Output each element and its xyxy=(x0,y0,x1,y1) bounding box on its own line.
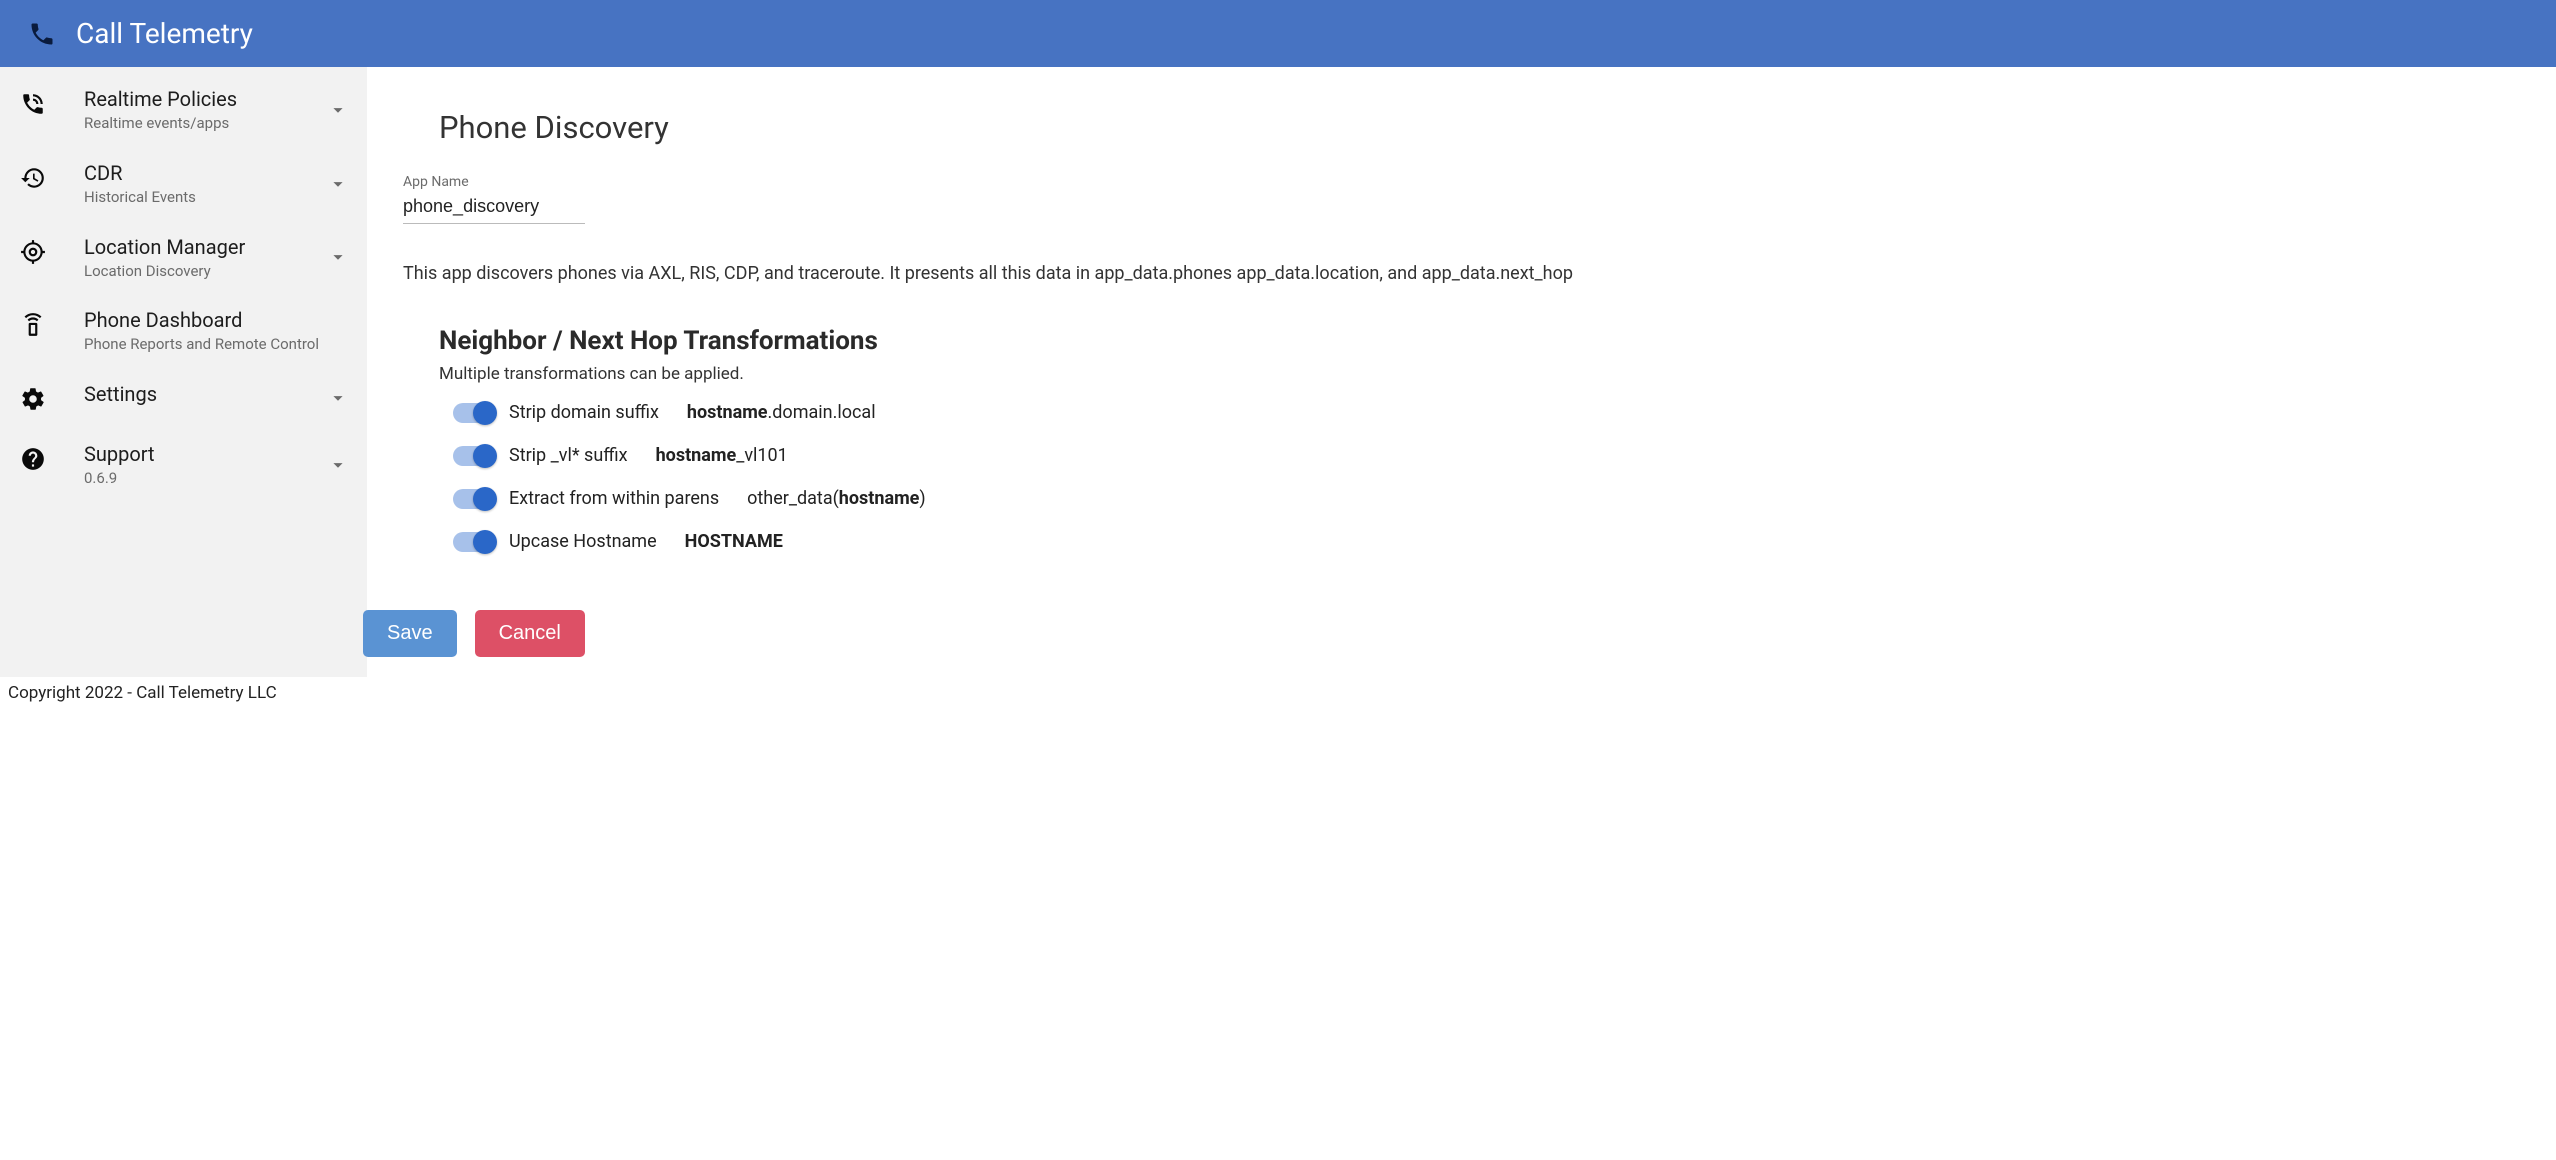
app-name-input[interactable] xyxy=(403,192,585,224)
sidebar-item-phone-dashboard[interactable]: Phone Dashboard Phone Reports and Remote… xyxy=(0,294,367,368)
sidebar-item-sublabel: 0.6.9 xyxy=(84,469,319,488)
app-header: Call Telemetry xyxy=(0,0,2556,67)
sidebar-item-sublabel: Phone Reports and Remote Control xyxy=(84,335,349,354)
transform-example: hostname_vl101 xyxy=(656,445,788,466)
app-logo-icon xyxy=(28,20,56,48)
transform-row-upcase: Upcase Hostname HOSTNAME xyxy=(453,531,2538,552)
sidebar-item-location-manager[interactable]: Location Manager Location Discovery xyxy=(0,221,367,295)
transform-row-strip-vl: Strip _vl* suffix hostname_vl101 xyxy=(453,445,2538,466)
sidebar-item-label: Location Manager xyxy=(84,235,319,259)
sidebar-item-settings[interactable]: Settings xyxy=(0,368,367,428)
footer-copyright: Copyright 2022 - Call Telemetry LLC xyxy=(0,677,2556,709)
transform-row-strip-domain: Strip domain suffix hostname.domain.loca… xyxy=(453,402,2538,423)
toggle-switch[interactable] xyxy=(453,403,493,423)
sidebar-item-sublabel: Historical Events xyxy=(84,188,319,207)
transform-label: Strip domain suffix xyxy=(509,402,659,423)
gear-icon xyxy=(18,384,48,414)
transforms-section-subtitle: Multiple transformations can be applied. xyxy=(439,364,2538,384)
transforms-section-title: Neighbor / Next Hop Transformations xyxy=(439,326,2538,356)
history-icon xyxy=(18,163,48,193)
main-content: Phone Discovery App Name This app discov… xyxy=(367,67,2556,677)
transform-label: Strip _vl* suffix xyxy=(509,445,628,466)
chevron-down-icon xyxy=(327,99,349,121)
app-description: This app discovers phones via AXL, RIS, … xyxy=(403,262,2538,286)
page-title: Phone Discovery xyxy=(439,109,2538,146)
chevron-down-icon xyxy=(327,173,349,195)
gps-not-fixed-icon xyxy=(18,237,48,267)
transform-example: HOSTNAME xyxy=(685,531,783,552)
sidebar-item-label: Support xyxy=(84,442,319,466)
chevron-down-icon xyxy=(327,387,349,409)
sidebar-item-label: Phone Dashboard xyxy=(84,308,349,332)
toggle-switch[interactable] xyxy=(453,446,493,466)
save-button[interactable]: Save xyxy=(363,610,457,657)
sidebar: Realtime Policies Realtime events/apps C… xyxy=(0,67,367,677)
button-row: Save Cancel xyxy=(363,610,2538,657)
transform-label: Upcase Hostname xyxy=(509,531,657,552)
toggle-switch[interactable] xyxy=(453,489,493,509)
toggle-switch[interactable] xyxy=(453,532,493,552)
app-name-field: App Name xyxy=(403,174,2538,224)
sidebar-item-support[interactable]: Support 0.6.9 xyxy=(0,428,367,502)
sidebar-item-realtime-policies[interactable]: Realtime Policies Realtime events/apps xyxy=(0,73,367,147)
transform-example: hostname.domain.local xyxy=(687,402,876,423)
sidebar-item-label: Realtime Policies xyxy=(84,87,319,111)
sidebar-item-sublabel: Location Discovery xyxy=(84,262,319,281)
chevron-down-icon xyxy=(327,454,349,476)
app-title: Call Telemetry xyxy=(76,17,253,50)
sidebar-item-label: CDR xyxy=(84,161,319,185)
transforms-list: Strip domain suffix hostname.domain.loca… xyxy=(439,402,2538,552)
sidebar-item-label: Settings xyxy=(84,382,319,406)
help-icon xyxy=(18,444,48,474)
cancel-button[interactable]: Cancel xyxy=(475,610,585,657)
transform-row-extract-parens: Extract from within parens other_data(ho… xyxy=(453,488,2538,509)
sidebar-item-sublabel: Realtime events/apps xyxy=(84,114,319,133)
phone-in-talk-icon xyxy=(18,89,48,119)
transform-label: Extract from within parens xyxy=(509,488,719,509)
sidebar-item-cdr[interactable]: CDR Historical Events xyxy=(0,147,367,221)
speaker-phone-icon xyxy=(18,310,48,340)
chevron-down-icon xyxy=(327,246,349,268)
transform-example: other_data(hostname) xyxy=(747,488,926,509)
app-name-label: App Name xyxy=(403,174,2538,190)
